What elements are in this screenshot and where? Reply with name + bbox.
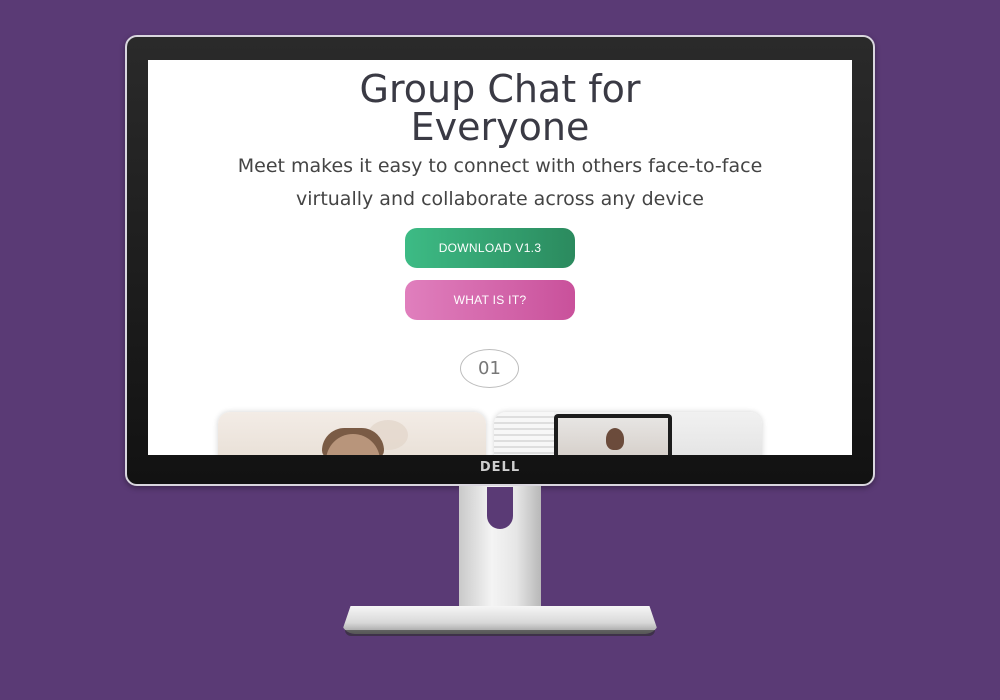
monitor-screen: Group Chat for Everyone Meet makes it ea…: [148, 60, 852, 455]
hero-subtitle-line2: virtually and collaborate across any dev…: [295, 188, 704, 210]
hero-title-line2: Everyone: [410, 105, 590, 149]
video-call-person: [606, 428, 624, 450]
pagination-indicator[interactable]: 01: [460, 349, 519, 388]
download-button[interactable]: DOWNLOAD V1.3: [405, 228, 575, 268]
hero-subtitle-line1: Meet makes it easy to connect with other…: [237, 155, 763, 177]
hero-title-line1: Group Chat for: [359, 67, 641, 111]
base-shadow: [345, 630, 655, 636]
stand-cable-slot: [487, 487, 513, 529]
window-blinds: [494, 412, 554, 455]
preview-card-1[interactable]: [218, 412, 486, 455]
dell-logo: DELL: [479, 460, 521, 475]
what-is-it-button[interactable]: WHAT IS IT?: [405, 280, 575, 320]
preview-card-2[interactable]: [494, 412, 762, 455]
stage: Group Chat for Everyone Meet makes it ea…: [0, 0, 1000, 700]
